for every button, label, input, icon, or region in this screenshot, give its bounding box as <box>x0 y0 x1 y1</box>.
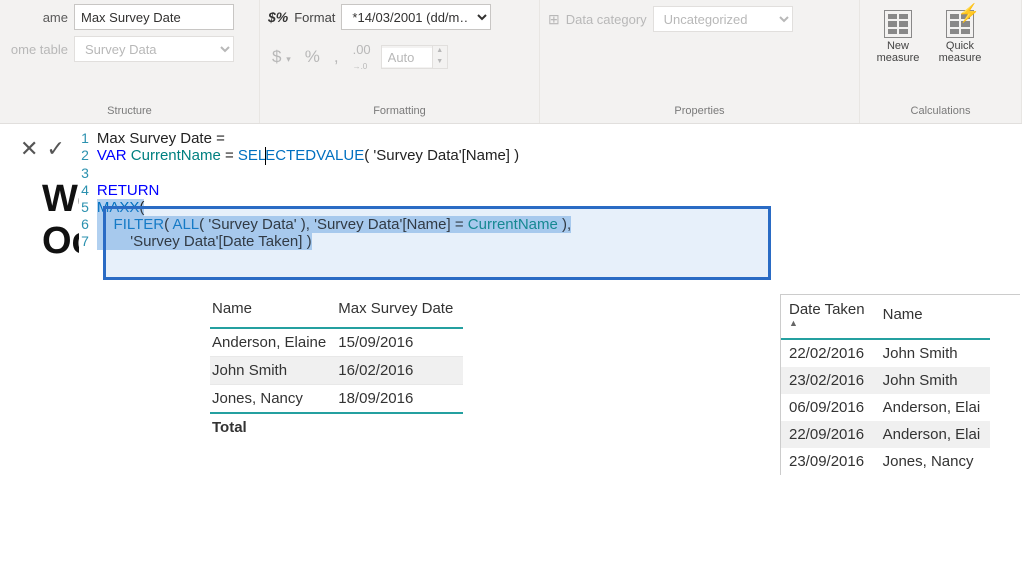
format-icon: $% <box>268 9 288 25</box>
col-header-max-date[interactable]: Max Survey Date <box>336 294 463 328</box>
ribbon: ame ome table Survey Data Structure $% F… <box>0 0 1022 124</box>
cancel-formula-button[interactable]: ✕ <box>20 136 38 162</box>
home-table-label: ome table <box>8 42 68 57</box>
formula-bar: ✕ ✓ 1Max Survey Date = 2VAR CurrentName … <box>0 126 1022 254</box>
table-row[interactable]: 06/09/2016Anderson, Elai <box>781 394 990 421</box>
ribbon-group-calculations: New measure ⚡ Quick measure Calculations <box>860 0 1022 123</box>
measure-name-input[interactable] <box>74 4 234 30</box>
properties-group-label: Properties <box>548 103 851 121</box>
table-row[interactable]: 22/02/2016John Smith <box>781 339 990 367</box>
format-label: Format <box>294 10 335 25</box>
spin-down-icon[interactable]: ▼ <box>433 57 447 68</box>
table-row[interactable]: Jones, Nancy18/09/2016 <box>210 385 463 414</box>
table-row[interactable]: 23/09/2016Jones, Nancy <box>781 448 990 475</box>
table-row[interactable]: John Smith16/02/2016 <box>210 357 463 385</box>
source-table: Date Taken▲ Name 22/02/2016John Smith 23… <box>780 294 1020 475</box>
lightning-icon: ⚡ <box>958 4 980 24</box>
decimals-input[interactable] <box>382 48 432 67</box>
new-measure-button[interactable]: New measure <box>872 10 924 64</box>
dax-editor[interactable]: 1Max Survey Date = 2VAR CurrentName = SE… <box>79 126 1022 254</box>
ribbon-group-properties: ⊞ Data category Uncategorized Properties <box>540 0 860 123</box>
table-row[interactable]: 23/02/2016John Smith <box>781 367 990 394</box>
commit-formula-button[interactable]: ✓ <box>46 136 64 162</box>
result-table: Name Max Survey Date Anderson, Elaine15/… <box>210 294 540 475</box>
structure-group-label: Structure <box>8 103 251 121</box>
decimal-button[interactable]: .00→.0 <box>349 40 375 74</box>
sort-asc-icon: ▲ <box>789 318 865 328</box>
col-header-date-taken[interactable]: Date Taken▲ <box>781 295 875 339</box>
ribbon-group-formatting: $% Format *14/03/2001 (dd/m… $ ▾ % , .00… <box>260 0 540 123</box>
category-icon: ⊞ <box>548 11 560 28</box>
data-category-select[interactable]: Uncategorized <box>653 6 793 32</box>
col-header-name[interactable]: Name <box>210 294 336 328</box>
text-cursor <box>265 147 266 165</box>
spin-up-icon[interactable]: ▲ <box>433 46 447 57</box>
data-category-label: Data category <box>566 12 647 27</box>
calculator-icon <box>884 10 912 38</box>
total-row: Total <box>210 413 463 441</box>
col-header-name[interactable]: Name <box>875 295 991 339</box>
format-select[interactable]: *14/03/2001 (dd/m… <box>341 4 491 30</box>
formatting-group-label: Formatting <box>268 103 531 121</box>
currency-button[interactable]: $ ▾ <box>268 45 295 69</box>
home-table-select[interactable]: Survey Data <box>74 36 234 62</box>
percent-button[interactable]: % <box>301 45 324 69</box>
calculations-group-label: Calculations <box>868 103 1013 121</box>
decimals-stepper[interactable]: ▲▼ <box>381 45 448 69</box>
name-field-label: ame <box>8 10 68 25</box>
quick-measure-button[interactable]: ⚡ Quick measure <box>934 10 986 64</box>
table-row[interactable]: 22/09/2016Anderson, Elai <box>781 421 990 448</box>
table-row[interactable]: Anderson, Elaine15/09/2016 <box>210 328 463 357</box>
comma-button[interactable]: , <box>330 45 343 69</box>
ribbon-group-structure: ame ome table Survey Data Structure <box>0 0 260 123</box>
